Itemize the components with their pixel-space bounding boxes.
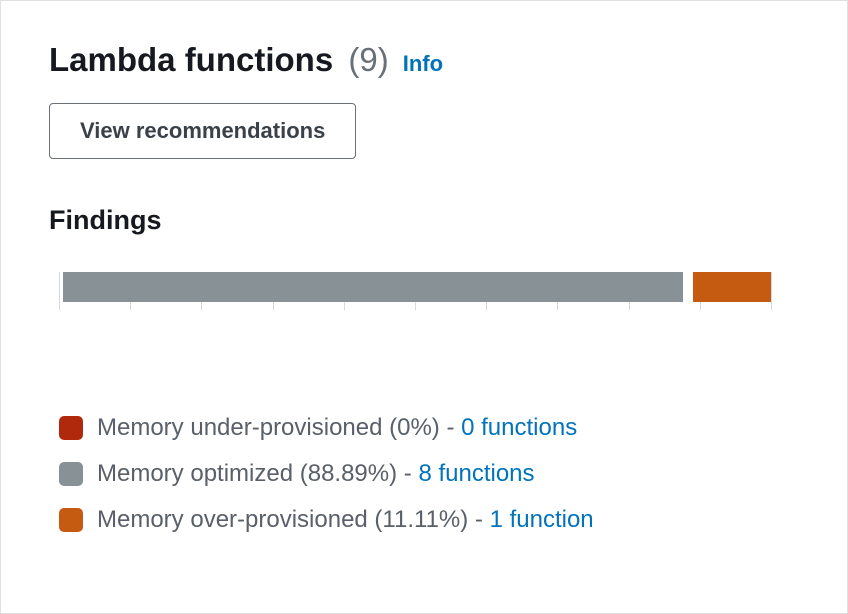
legend-row-optimized: Memory optimized (88.89%) - 8 functions	[59, 460, 817, 488]
findings-bar-chart	[59, 272, 771, 314]
findings-title: Findings	[49, 205, 817, 236]
header-row: Lambda functions (9) Info	[49, 41, 817, 79]
legend-text: Memory over-provisioned (11.11%) - 1 fun…	[97, 506, 594, 534]
tick	[59, 272, 60, 310]
legend-label: Memory under-provisioned (0%) -	[97, 414, 461, 441]
legend-swatch-optimized	[59, 462, 83, 486]
legend-row-under: Memory under-provisioned (0%) - 0 functi…	[59, 414, 817, 442]
legend-swatch-under	[59, 416, 83, 440]
bar-row	[63, 272, 771, 302]
legend-link-over[interactable]: 1 function	[490, 506, 594, 533]
findings-legend: Memory under-provisioned (0%) - 0 functi…	[59, 414, 817, 534]
bar-segment-over	[693, 272, 771, 302]
page-title: Lambda functions (9)	[49, 41, 389, 79]
legend-label: Memory over-provisioned (11.11%) -	[97, 506, 490, 533]
title-count: (9)	[348, 41, 388, 78]
legend-link-optimized[interactable]: 8 functions	[418, 460, 534, 487]
view-recommendations-button[interactable]: View recommendations	[49, 103, 356, 159]
legend-text: Memory under-provisioned (0%) - 0 functi…	[97, 414, 577, 442]
lambda-findings-panel: Lambda functions (9) Info View recommend…	[0, 0, 848, 614]
legend-swatch-over	[59, 508, 83, 532]
legend-link-under[interactable]: 0 functions	[461, 414, 577, 441]
legend-label: Memory optimized (88.89%) -	[97, 460, 418, 487]
legend-row-over: Memory over-provisioned (11.11%) - 1 fun…	[59, 506, 817, 534]
info-link[interactable]: Info	[403, 51, 443, 77]
title-text: Lambda functions	[49, 41, 333, 78]
tick	[771, 272, 772, 310]
legend-text: Memory optimized (88.89%) - 8 functions	[97, 460, 535, 488]
bar-segment-optimized	[63, 272, 683, 302]
